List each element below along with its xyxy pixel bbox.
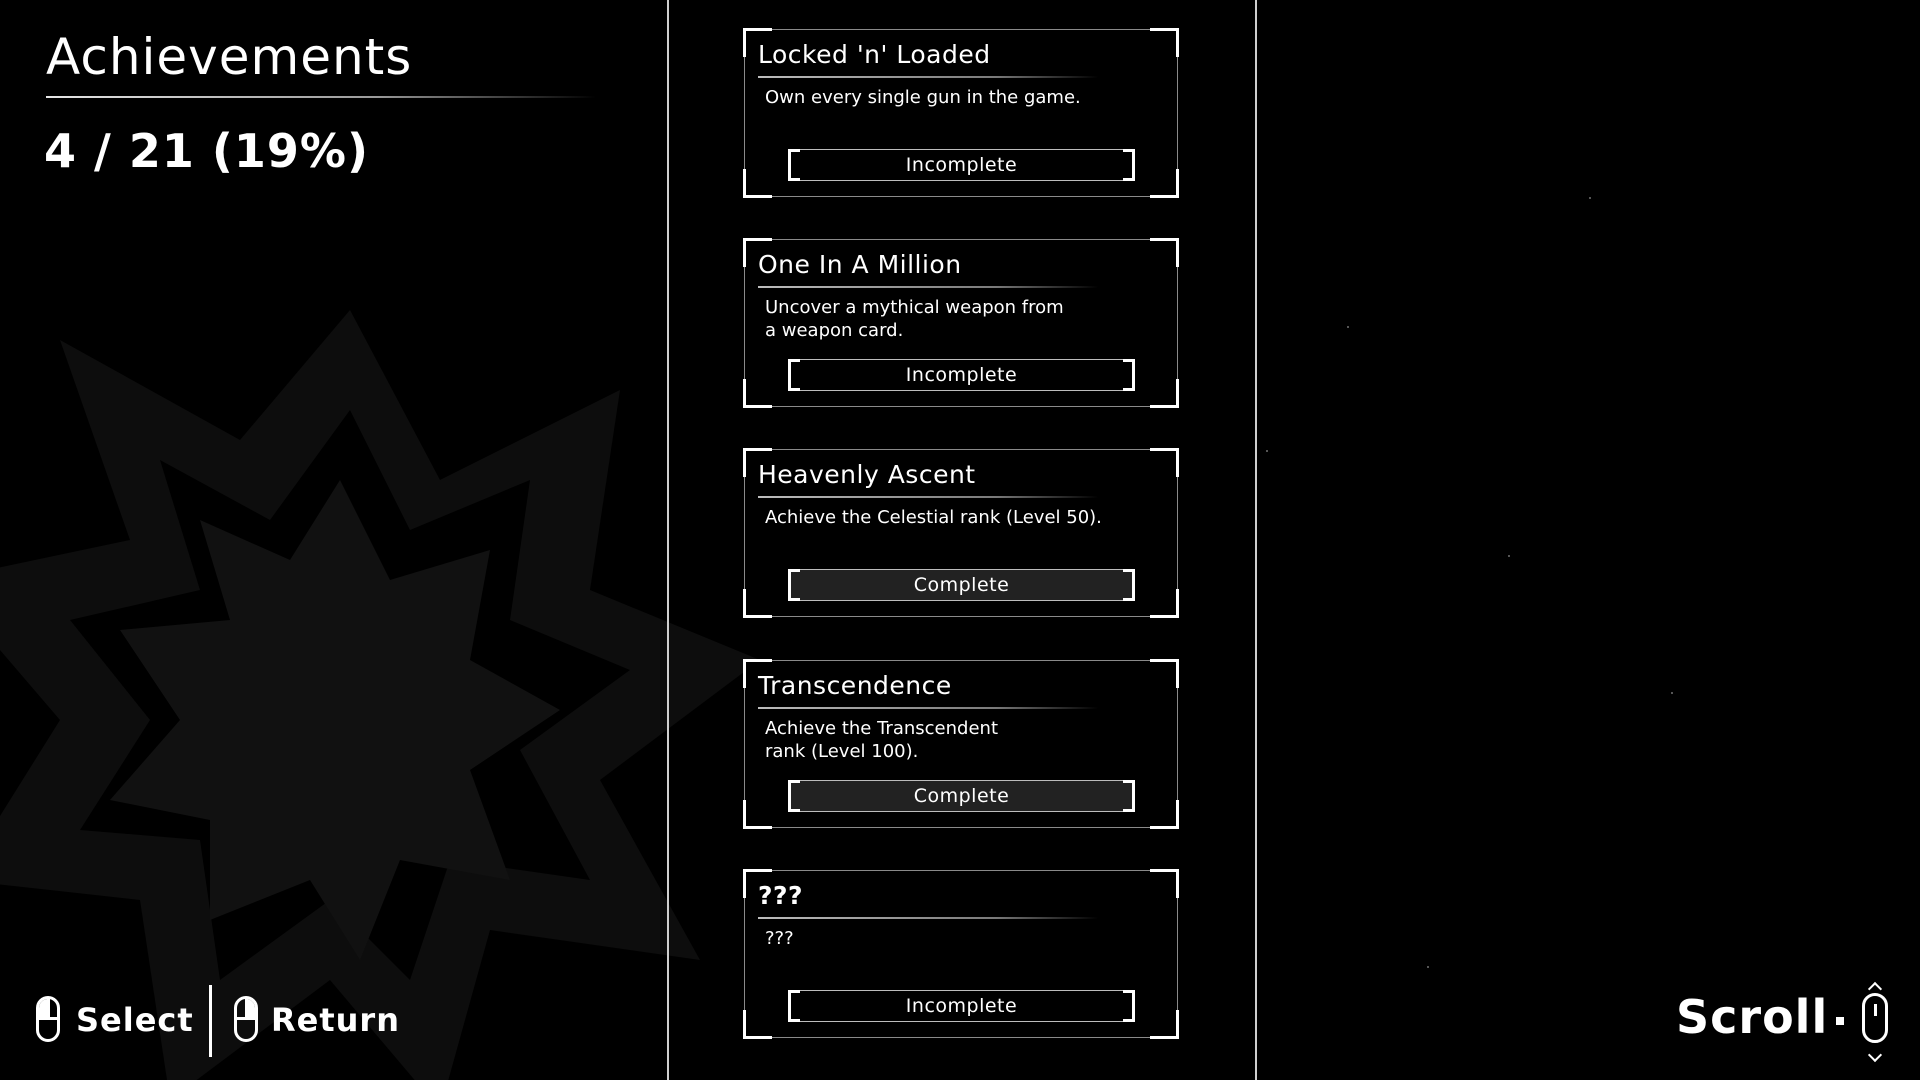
starfield-dot: [1671, 692, 1673, 694]
achievement-card[interactable]: Heavenly Ascent Achieve the Celestial ra…: [743, 448, 1179, 618]
card-corner-bracket: [1150, 869, 1179, 898]
achievement-description: ???: [765, 928, 794, 949]
card-corner-bracket: [1150, 659, 1179, 688]
achievement-title: Locked 'n' Loaded: [758, 40, 991, 69]
status-bracket-left: [788, 149, 800, 181]
achievement-description: Achieve the Transcendent rank (Level 100…: [765, 718, 998, 762]
card-corner-bracket: [743, 800, 772, 829]
scroll-hint-label: Scroll: [1676, 990, 1829, 1044]
achievements-screen: Achievements 4 / 21 (19%) Select Return …: [0, 0, 1920, 1080]
left-mouse-button-icon: [36, 996, 60, 1042]
achievement-title: ???: [758, 881, 804, 910]
achievement-title-underline: [758, 286, 1098, 288]
achievement-status: Incomplete: [788, 359, 1135, 391]
achievement-status: Incomplete: [788, 149, 1135, 181]
card-corner-bracket: [1150, 238, 1179, 267]
achievement-description: Uncover a mythical weapon from a weapon …: [765, 297, 1064, 341]
status-bracket-right: [1123, 149, 1135, 181]
achievement-status-label: Incomplete: [905, 364, 1018, 386]
status-bracket-left: [788, 359, 800, 391]
achievement-description: Achieve the Celestial rank (Level 50).: [765, 507, 1102, 528]
starfield-dot: [1347, 326, 1349, 328]
achievement-card[interactable]: ??? ??? Incomplete: [743, 869, 1179, 1039]
select-hint-label: Select: [76, 1001, 194, 1039]
achievement-status-label: Complete: [913, 574, 1010, 596]
left-panel-divider: [667, 0, 669, 1080]
achievement-status-label: Complete: [913, 785, 1010, 807]
achievement-title: Transcendence: [758, 671, 952, 700]
achievement-title-underline: [758, 707, 1098, 709]
achievement-card[interactable]: Locked 'n' Loaded Own every single gun i…: [743, 28, 1179, 198]
starfield-dot: [1266, 450, 1268, 452]
card-corner-bracket: [743, 379, 772, 408]
card-corner-bracket: [743, 589, 772, 618]
card-corner-bracket: [1150, 589, 1179, 618]
card-corner-bracket: [1150, 169, 1179, 198]
achievement-status-label: Incomplete: [905, 154, 1018, 176]
card-corner-bracket: [743, 169, 772, 198]
status-bracket-right: [1123, 359, 1135, 391]
status-bracket-right: [1123, 990, 1135, 1022]
achievement-description: Own every single gun in the game.: [765, 87, 1081, 108]
status-bracket-right: [1123, 569, 1135, 601]
achievement-status-label: Incomplete: [905, 995, 1018, 1017]
achievement-status: Complete: [788, 780, 1135, 812]
achievement-progress: 4 / 21 (19%): [44, 124, 370, 178]
card-corner-bracket: [1150, 1010, 1179, 1039]
right-mouse-button-icon: [234, 996, 258, 1042]
starfield-dot: [1427, 966, 1429, 968]
achievement-title: Heavenly Ascent: [758, 460, 976, 489]
page-title: Achievements: [46, 28, 413, 86]
achievement-card[interactable]: Transcendence Achieve the Transcendent r…: [743, 659, 1179, 829]
achievement-title: One In A Million: [758, 250, 962, 279]
achievement-status: Complete: [788, 569, 1135, 601]
card-corner-bracket: [743, 1010, 772, 1039]
card-corner-bracket: [1150, 448, 1179, 477]
achievement-title-underline: [758, 76, 1098, 78]
chevron-down-icon: [1867, 1047, 1883, 1063]
return-hint-label: Return: [271, 1001, 400, 1039]
mouse-scroll-icon: [1862, 993, 1888, 1043]
status-bracket-right: [1123, 780, 1135, 812]
right-panel-divider: [1255, 0, 1257, 1080]
status-bracket-left: [788, 569, 800, 601]
left-panel: Achievements 4 / 21 (19%) Select Return: [0, 0, 667, 1080]
starfield-dot: [1589, 197, 1591, 199]
starfield-dot: [1508, 555, 1510, 557]
achievement-card[interactable]: One In A Million Uncover a mythical weap…: [743, 238, 1179, 408]
achievement-title-underline: [758, 917, 1098, 919]
status-bracket-left: [788, 990, 800, 1022]
achievement-title-underline: [758, 496, 1098, 498]
mouse-wheel-icon: [1873, 1004, 1877, 1016]
scroll-hint-dot: [1836, 1017, 1844, 1025]
card-corner-bracket: [1150, 379, 1179, 408]
card-corner-bracket: [1150, 28, 1179, 57]
achievement-status: Incomplete: [788, 990, 1135, 1022]
card-corner-bracket: [1150, 800, 1179, 829]
status-bracket-left: [788, 780, 800, 812]
title-underline: [46, 96, 596, 98]
hint-separator: [209, 985, 212, 1057]
